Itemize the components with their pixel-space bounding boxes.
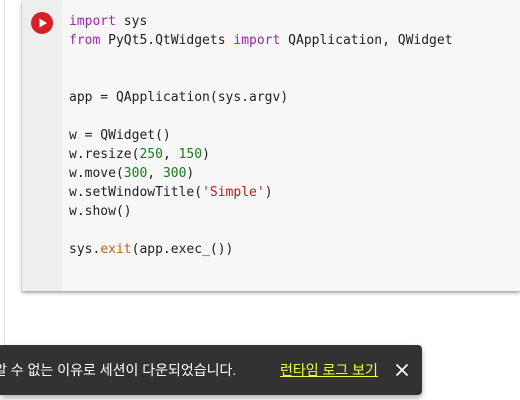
code-line: app = QApplication(sys.argv) — [69, 88, 514, 107]
code-token: 250 — [139, 147, 163, 162]
code-token: ) — [202, 147, 210, 162]
code-token: PyQt5.QtWidgets — [100, 33, 234, 48]
code-token: w.setWindowTitle( — [69, 185, 203, 200]
cell-gutter — [22, 0, 62, 291]
notebook-left-border — [4, 0, 5, 345]
code-line: w.show() — [69, 202, 514, 221]
code-token: (app.exec_()) — [131, 242, 234, 257]
view-runtime-logs-link[interactable]: 런타임 로그 보기 — [280, 361, 378, 379]
run-cell-button[interactable] — [31, 12, 53, 34]
code-token: sys — [115, 14, 148, 29]
code-token: import — [69, 14, 116, 29]
code-token: ) — [264, 185, 273, 200]
session-crash-snackbar: 알 수 없는 이유로 세션이 다운되었습니다. 런타임 로그 보기 — [0, 345, 422, 395]
code-token: w.resize( — [69, 147, 140, 162]
code-editor[interactable]: import sys from PyQt5.QtWidgets import QA… — [69, 12, 514, 282]
code-line: w.setWindowTitle('Simple') — [69, 183, 514, 202]
code-line: w = QWidget() — [69, 126, 514, 145]
code-token: , — [162, 147, 179, 162]
notebook-page: import sys from PyQt5.QtWidgets import QA… — [0, 0, 520, 400]
code-token: 300 — [123, 166, 148, 181]
code-token: exit — [100, 242, 132, 257]
code-line: sys.exit(app.exec_()) — [69, 240, 514, 259]
code-token: QApplication, QWidget — [280, 33, 453, 48]
code-token: from — [69, 33, 101, 48]
code-token: w.show() — [69, 204, 132, 219]
code-line: import sys — [69, 12, 514, 31]
close-icon — [395, 363, 409, 377]
code-token: ) — [186, 166, 195, 181]
code-line: from PyQt5.QtWidgets import QApplication… — [69, 31, 514, 50]
code-token: w = QWidget() — [69, 128, 171, 143]
play-circle-icon — [39, 18, 47, 28]
code-token: , — [147, 166, 163, 181]
code-line: w.move(300, 300) — [69, 164, 514, 183]
code-cell[interactable]: import sys from PyQt5.QtWidgets import QA… — [22, 0, 520, 291]
code-token: 300 — [162, 166, 187, 181]
snackbar-message: 알 수 없는 이유로 세션이 다운되었습니다. — [0, 362, 237, 378]
code-token: sys. — [69, 242, 101, 257]
code-token: app = QApplication(sys.argv) — [69, 90, 289, 105]
code-token: 150 — [178, 147, 203, 162]
snackbar-close-button[interactable] — [392, 360, 412, 380]
code-token: w.move( — [69, 166, 124, 181]
code-line: w.resize(250, 150) — [69, 145, 514, 164]
code-token: import — [233, 33, 281, 48]
code-token: 'Simple' — [202, 185, 265, 200]
